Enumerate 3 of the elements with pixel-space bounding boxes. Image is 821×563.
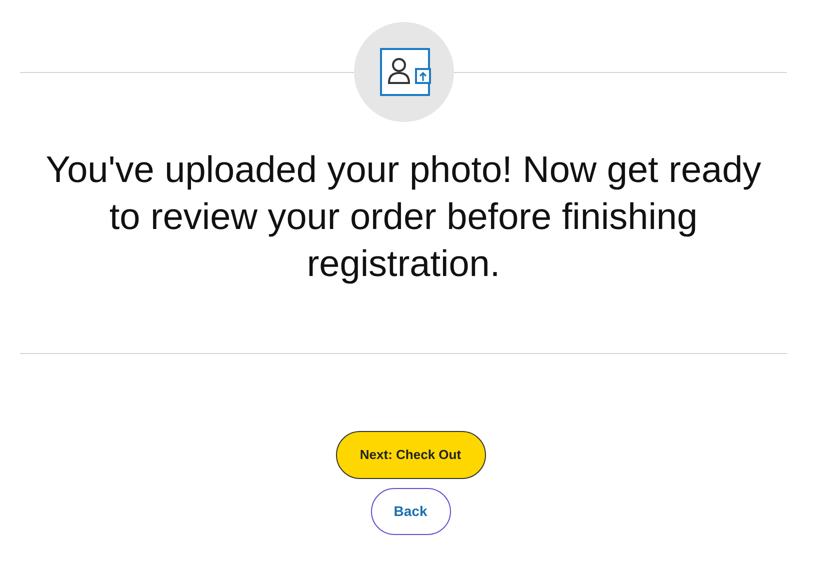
next-button[interactable]: Next: Check Out bbox=[336, 431, 486, 479]
back-button[interactable]: Back bbox=[370, 488, 450, 535]
confirmation-message: You've uploaded your photo! Now get ready to review your order before finishing registration. bbox=[44, 148, 762, 286]
